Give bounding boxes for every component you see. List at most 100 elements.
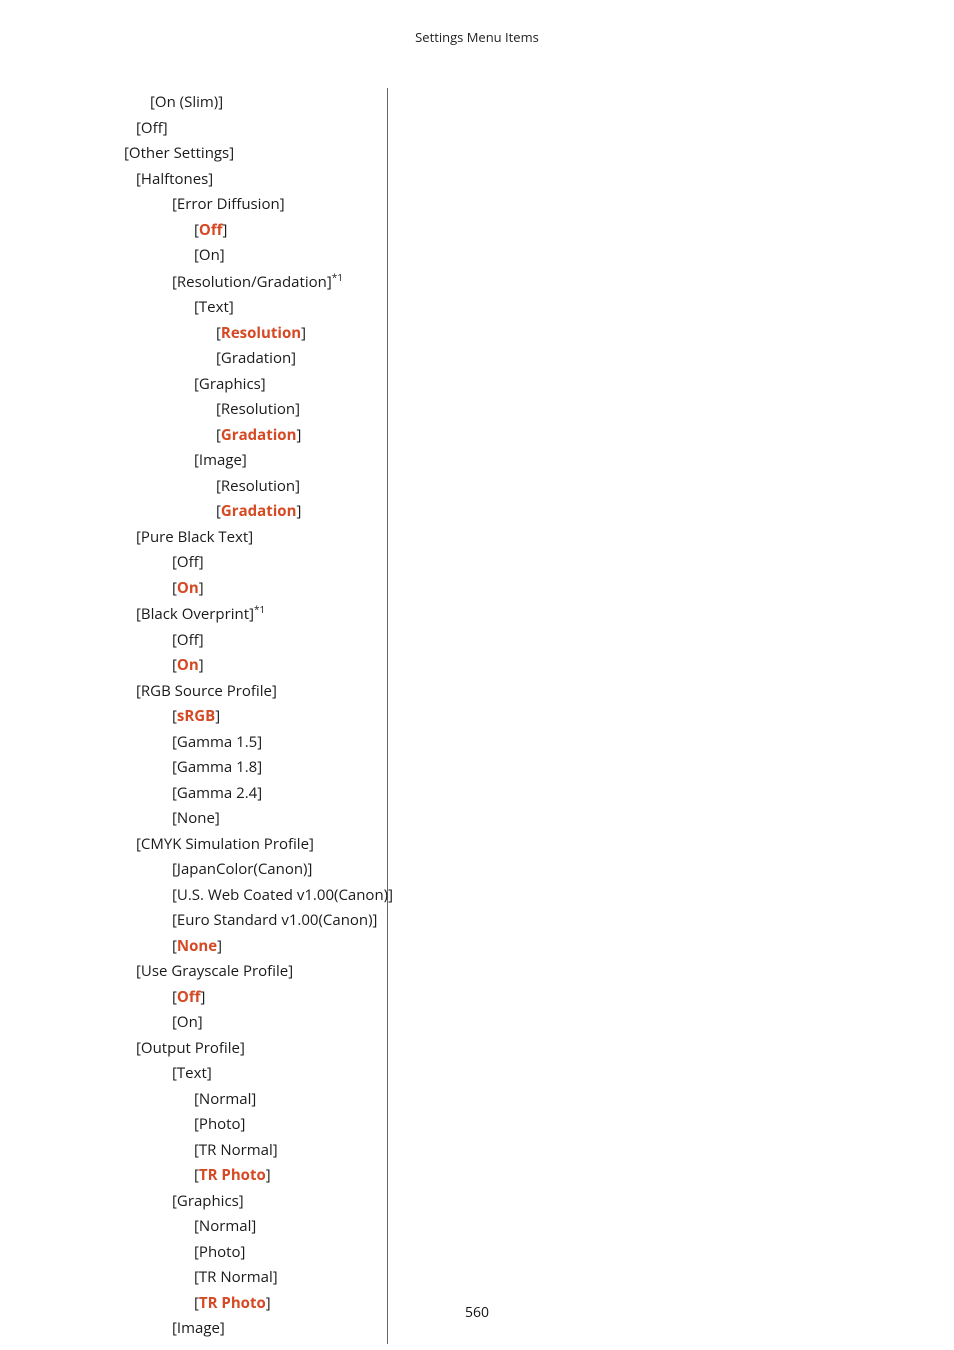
settings-item: [Euro Standard v1.00(Canon)] xyxy=(120,908,379,934)
bracket-close: ] xyxy=(273,1267,278,1287)
settings-item-label: Halftones xyxy=(141,169,208,189)
bracket-close: ] xyxy=(220,245,225,265)
settings-item: [Photo] xyxy=(120,1240,379,1266)
settings-item: [None] xyxy=(120,934,379,960)
settings-item-label: sRGB xyxy=(177,706,215,726)
bracket-close: ] xyxy=(291,348,296,368)
bracket-close: ] xyxy=(295,476,300,496)
settings-item-label: Gamma 1.5 xyxy=(177,732,257,752)
settings-item: [Resolution] xyxy=(120,397,379,423)
settings-item: [Off] xyxy=(120,985,379,1011)
settings-item: [Gamma 1.8] xyxy=(120,755,379,781)
settings-item: [sRGB] xyxy=(120,704,379,730)
bracket-close: ] xyxy=(307,859,312,879)
settings-item-label: U.S. Web Coated v1.00(Canon) xyxy=(177,885,388,905)
settings-item: [Photo] xyxy=(120,1112,379,1138)
bracket-close: ] xyxy=(198,1012,203,1032)
settings-item: [Image] xyxy=(120,448,379,474)
bracket-close: ] xyxy=(207,1063,212,1083)
settings-item-label: Graphics xyxy=(199,374,261,394)
bracket-close: ] xyxy=(241,1114,246,1134)
footnote-marker: *1 xyxy=(332,270,343,284)
settings-item-label: Off xyxy=(177,987,201,1007)
bracket-close: ] xyxy=(241,1242,246,1262)
bracket-close: ] xyxy=(215,706,220,726)
bracket-close: ] xyxy=(218,92,223,112)
settings-item: [Other Settings] xyxy=(120,141,379,167)
bracket-close: ] xyxy=(163,118,168,138)
settings-item: [Resolution/Gradation]*1 xyxy=(120,269,379,296)
settings-item-label: Black Overprint xyxy=(141,604,249,624)
settings-item-label: Use Grayscale Profile xyxy=(141,961,288,981)
settings-item: [Use Grayscale Profile] xyxy=(120,959,379,985)
settings-item: [JapanColor(Canon)] xyxy=(120,857,379,883)
settings-item-label: Gamma 2.4 xyxy=(177,783,257,803)
settings-item-label: Gradation xyxy=(221,348,291,368)
settings-item-label: TR Normal xyxy=(199,1267,273,1287)
settings-item-label: Normal xyxy=(199,1089,251,1109)
settings-item-label: Euro Standard v1.00(Canon) xyxy=(177,910,373,930)
settings-item-label: Photo xyxy=(199,1242,241,1262)
bracket-close: ] xyxy=(199,630,204,650)
page-number: 560 xyxy=(0,1303,954,1322)
bracket-close: ] xyxy=(229,143,234,163)
bracket-close: ] xyxy=(373,910,378,930)
settings-item: [On] xyxy=(120,1010,379,1036)
settings-item-label: Gradation xyxy=(221,501,297,521)
bracket-close: ] xyxy=(242,450,247,470)
settings-item: [Resolution] xyxy=(120,321,379,347)
settings-item: [Normal] xyxy=(120,1214,379,1240)
settings-tree: [On (Slim)][Off][Other Settings][Halfton… xyxy=(120,88,720,1344)
settings-item-label: Pure Black Text xyxy=(141,527,248,547)
settings-item-label: JapanColor(Canon) xyxy=(177,859,308,879)
bracket-close: ] xyxy=(261,374,266,394)
settings-item-label: On xyxy=(177,655,199,675)
settings-item-label: TR Photo xyxy=(199,1165,266,1185)
settings-item: [RGB Source Profile] xyxy=(120,679,379,705)
settings-item: [Text] xyxy=(120,1061,379,1087)
settings-item: [Black Overprint]*1 xyxy=(120,601,379,628)
bracket-close: ] xyxy=(301,323,306,343)
settings-item: [Error Diffusion] xyxy=(120,192,379,218)
settings-item-label: Resolution xyxy=(221,399,295,419)
settings-item-label: Photo xyxy=(199,1114,241,1134)
settings-item-label: Image xyxy=(199,450,242,470)
bracket-close: ] xyxy=(257,783,262,803)
settings-column: [On (Slim)][Off][Other Settings][Halfton… xyxy=(120,88,388,1344)
bracket-close: ] xyxy=(296,425,301,445)
settings-item-label: Output Profile xyxy=(141,1038,240,1058)
bracket-close: ] xyxy=(388,885,393,905)
settings-item-label: Error Diffusion xyxy=(177,194,280,214)
settings-item: [Gamma 1.5] xyxy=(120,730,379,756)
bracket-close: ] xyxy=(251,1216,256,1236)
bracket-close: ] xyxy=(280,194,285,214)
settings-item: [Pure Black Text] xyxy=(120,525,379,551)
settings-item-label: Resolution xyxy=(221,323,301,343)
settings-item-label: Normal xyxy=(199,1216,251,1236)
settings-item-label: On xyxy=(177,1012,198,1032)
bracket-close: ] xyxy=(288,961,293,981)
settings-item: [TR Photo] xyxy=(120,1163,379,1189)
bracket-close: ] xyxy=(199,552,204,572)
page: Settings Menu Items [On (Slim)][Off][Oth… xyxy=(0,0,954,1350)
settings-item-label: Resolution/Gradation xyxy=(177,272,327,292)
settings-item-label: Graphics xyxy=(177,1191,239,1211)
settings-item: [Output Profile] xyxy=(120,1036,379,1062)
settings-item: [Normal] xyxy=(120,1087,379,1113)
settings-item: [Off] xyxy=(120,116,379,142)
settings-item-label: Off xyxy=(199,220,223,240)
settings-item-label: None xyxy=(177,808,215,828)
bracket-close: ] xyxy=(215,808,220,828)
bracket-close: ] xyxy=(272,681,277,701)
bracket-close: ] xyxy=(217,936,222,956)
settings-item: [On (Slim)] xyxy=(120,90,379,116)
settings-item-label: CMYK Simulation Profile xyxy=(141,834,309,854)
bracket-close: ] xyxy=(208,169,213,189)
settings-item: [U.S. Web Coated v1.00(Canon)] xyxy=(120,883,379,909)
settings-item-label: Off xyxy=(177,552,199,572)
bracket-close: ] xyxy=(229,297,234,317)
settings-item-label: Off xyxy=(141,118,163,138)
bracket-close: ] xyxy=(295,399,300,419)
bracket-close: ] xyxy=(251,1089,256,1109)
settings-item: [Off] xyxy=(120,218,379,244)
